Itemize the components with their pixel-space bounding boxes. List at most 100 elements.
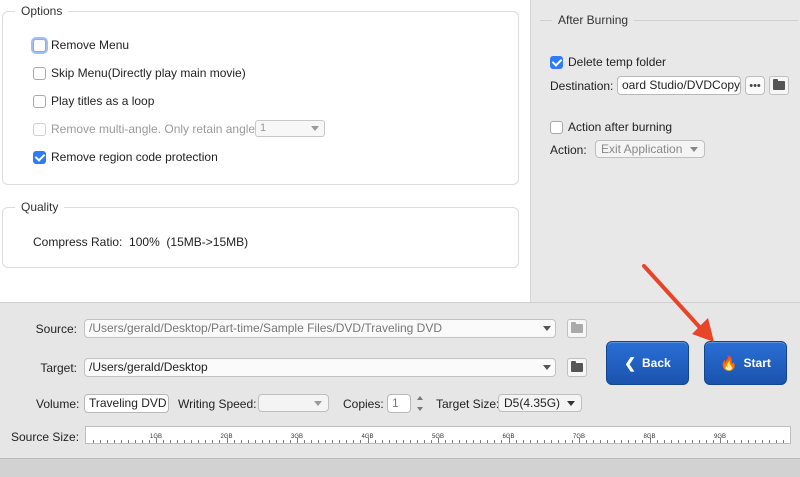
writing-speed-label: Writing Speed: — [178, 397, 257, 411]
source-path-select[interactable]: /Users/gerald/Desktop/Part-time/Sample F… — [84, 319, 556, 338]
ruler-label: 9GB — [713, 434, 727, 440]
volume-field[interactable]: Traveling DVD — [84, 394, 169, 413]
loop-titles-checkbox[interactable] — [33, 94, 46, 108]
ruler-tick — [600, 440, 602, 443]
stepper-down-icon[interactable] — [417, 407, 423, 411]
chevron-down-icon — [314, 401, 322, 406]
options-title: Options — [15, 4, 69, 18]
action-after-checkbox[interactable] — [550, 120, 563, 134]
skip-menu-checkbox[interactable] — [33, 66, 46, 80]
writing-speed-select[interactable] — [258, 394, 329, 412]
ruler-tick — [712, 440, 714, 443]
ruler-tick — [755, 440, 757, 443]
target-size-label: Target Size: — [436, 397, 500, 411]
target-path-select[interactable]: /Users/gerald/Desktop — [84, 358, 556, 377]
ruler-tick — [212, 440, 214, 443]
region-code-checkbox[interactable] — [33, 150, 46, 164]
ruler-tick — [388, 440, 390, 443]
ruler-tick — [586, 440, 588, 443]
ruler-tick — [99, 440, 101, 443]
ruler-label: 2GB — [220, 434, 233, 440]
ruler-tick — [332, 440, 334, 443]
back-button[interactable]: ❮ Back — [606, 341, 689, 385]
skip-menu-option[interactable]: Skip Menu(Directly play main movie) — [33, 66, 246, 80]
ruler-tick — [459, 440, 461, 443]
ruler-tick — [529, 440, 531, 443]
ruler-tick — [170, 440, 172, 443]
compress-label: Compress Ratio: — [33, 235, 123, 249]
compress-value: 100% — [129, 235, 160, 249]
ruler-tick — [684, 440, 686, 443]
loop-titles-option[interactable]: Play titles as a loop — [33, 94, 154, 108]
back-label: Back — [642, 356, 671, 370]
action-select[interactable]: Exit Application — [595, 140, 705, 158]
target-size-select[interactable]: D5(4.35G) — [498, 394, 582, 412]
after-burning-title: After Burning — [552, 13, 635, 27]
destination-field[interactable]: oard Studio/DVDCopy — [617, 76, 741, 95]
target-size-value: D5(4.35G) — [504, 396, 561, 410]
ruler-tick — [120, 440, 122, 443]
ruler-tick — [360, 440, 362, 443]
ruler-tick — [148, 440, 150, 443]
destination-browse-button[interactable] — [769, 76, 789, 95]
ruler-tick — [522, 440, 524, 443]
ruler-tick — [783, 440, 785, 443]
ruler-tick — [92, 440, 94, 443]
ruler-tick — [233, 440, 235, 443]
ruler-tick — [240, 440, 242, 443]
copies-field[interactable]: 1 — [387, 394, 411, 413]
source-path-value: /Users/gerald/Desktop/Part-time/Sample F… — [89, 321, 442, 335]
ruler-tick — [571, 440, 573, 443]
compress-detail: (15MB->15MB) — [166, 235, 249, 249]
ruler-tick — [621, 440, 623, 443]
target-path-value: /Users/gerald/Desktop — [89, 360, 208, 374]
target-browse-button[interactable] — [567, 358, 587, 377]
ruler-tick — [452, 440, 454, 443]
action-after-label: Action after burning — [568, 120, 673, 134]
copies-label: Copies: — [343, 397, 384, 411]
ruler-tick — [141, 440, 143, 443]
ruler-tick — [177, 440, 179, 443]
ruler-tick — [741, 440, 743, 443]
ruler-tick — [163, 440, 165, 443]
ruler-tick — [480, 440, 482, 443]
ruler-tick — [282, 440, 284, 443]
delete-temp-option[interactable]: Delete temp folder — [550, 55, 666, 69]
action-after-option[interactable]: Action after burning — [550, 120, 672, 134]
ruler-tick — [184, 440, 186, 443]
ruler-tick — [445, 440, 447, 443]
ruler-tick — [536, 440, 538, 443]
angle-select: 1 — [255, 120, 325, 137]
ruler-tick — [543, 440, 545, 443]
ruler-tick — [776, 440, 778, 443]
ruler-tick — [339, 440, 341, 443]
ruler-tick — [607, 440, 609, 443]
multi-angle-checkbox — [33, 122, 46, 136]
action-value: Exit Application — [601, 142, 683, 156]
ruler-tick — [113, 440, 115, 443]
ruler-tick — [318, 440, 320, 443]
more-options-button[interactable]: ••• — [745, 76, 765, 95]
copies-stepper[interactable] — [415, 394, 425, 413]
stepper-up-icon[interactable] — [417, 396, 423, 400]
delete-temp-checkbox[interactable] — [550, 55, 563, 69]
ruler-label: 7GB — [572, 434, 586, 440]
region-code-label: Remove region code protection — [51, 150, 218, 164]
loop-titles-label: Play titles as a loop — [51, 94, 155, 108]
ruler-tick — [381, 440, 383, 443]
ruler-tick — [254, 440, 256, 443]
ruler-tick — [769, 440, 771, 443]
source-size-label: Source Size: — [11, 430, 80, 444]
folder-icon — [571, 361, 583, 372]
chevron-down-icon — [539, 320, 555, 337]
region-code-option[interactable]: Remove region code protection — [33, 150, 218, 164]
remove-menu-checkbox[interactable] — [33, 38, 46, 52]
ruler-tick — [487, 440, 489, 443]
ruler-tick — [748, 440, 750, 443]
destination-label: Destination: — [550, 79, 614, 93]
ruler-label: 1GB — [149, 434, 163, 440]
remove-menu-option[interactable]: Remove Menu — [33, 38, 129, 52]
ruler-tick — [564, 440, 566, 443]
ruler-tick — [134, 440, 136, 443]
start-button[interactable]: 🔥 Start — [704, 341, 787, 385]
